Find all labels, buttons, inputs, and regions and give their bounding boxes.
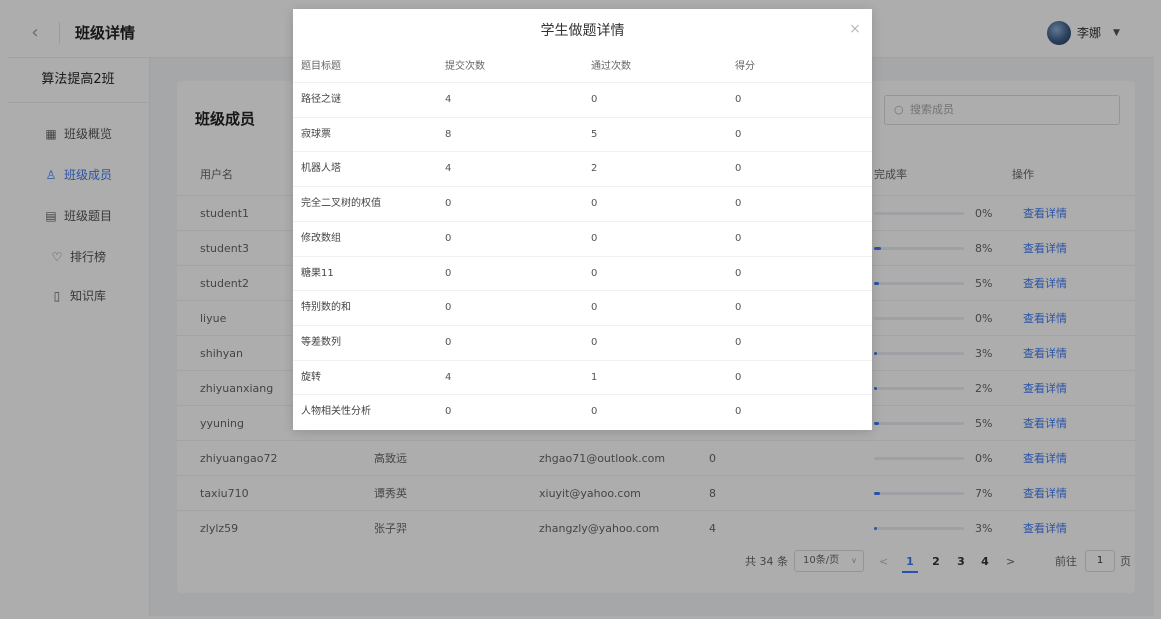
cell-submits: 4 xyxy=(445,94,452,105)
cell-problem-title: 寂球票 xyxy=(301,128,331,140)
cell-problem-title: 修改数组 xyxy=(301,232,341,244)
cell-problem-title: 机器人塔 xyxy=(301,163,341,175)
student-detail-modal: 学生做题详情 × 题目标题 提交次数 通过次数 得分 路径之谜 4 0 0 寂球票 8 5 0… xyxy=(293,9,872,430)
cell-score: 0 xyxy=(735,163,742,175)
cell-submits: 0 xyxy=(445,267,452,279)
cell-passes: 0 xyxy=(591,198,598,210)
cell-submits: 0 xyxy=(445,198,452,210)
cell-submits: 8 xyxy=(445,128,452,140)
cell-score: 0 xyxy=(735,128,742,140)
col-score: 得分 xyxy=(735,61,755,72)
cell-passes: 0 xyxy=(591,267,598,279)
modal-table-row: 寂球票 8 5 0 xyxy=(293,116,872,153)
modal-table-row: 旋转 4 1 0 xyxy=(293,359,872,396)
modal-table-row: 路径之谜 4 0 0 xyxy=(293,82,872,118)
cell-passes: 0 xyxy=(591,302,598,314)
col-passes: 通过次数 xyxy=(591,61,631,72)
cell-problem-title: 旋转 xyxy=(301,371,321,383)
cell-problem-title: 人物相关性分析 xyxy=(301,406,371,418)
cell-score: 0 xyxy=(735,267,742,279)
modal-table-row: 糖果11 0 0 0 xyxy=(293,255,872,292)
cell-passes: 5 xyxy=(591,128,598,140)
cell-score: 0 xyxy=(735,336,742,348)
cell-score: 0 xyxy=(735,198,742,210)
cell-problem-title: 等差数列 xyxy=(301,336,341,348)
cell-passes: 0 xyxy=(591,94,598,105)
cell-passes: 0 xyxy=(591,232,598,244)
modal-table-row: 机器人塔 4 2 0 xyxy=(293,151,872,187)
cell-passes: 0 xyxy=(591,336,598,348)
cell-score: 0 xyxy=(735,232,742,244)
cell-problem-title: 路径之谜 xyxy=(301,94,341,105)
modal-table-row: 完全二叉树的权值 0 0 0 xyxy=(293,186,872,222)
cell-problem-title: 特别数的和 xyxy=(301,302,351,314)
cell-problem-title: 完全二叉树的权值 xyxy=(301,198,381,210)
cell-submits: 0 xyxy=(445,336,452,348)
cell-score: 0 xyxy=(735,406,742,418)
modal-table-row: 等差数列 0 0 0 xyxy=(293,324,872,361)
cell-score: 0 xyxy=(735,94,742,105)
cell-problem-title: 糖果11 xyxy=(301,267,334,279)
modal-table-row: 修改数组 0 0 0 xyxy=(293,220,872,257)
cell-submits: 0 xyxy=(445,302,452,314)
cell-submits: 0 xyxy=(445,232,452,244)
cell-score: 0 xyxy=(735,371,742,383)
modal-table-row: 特别数的和 0 0 0 xyxy=(293,290,872,326)
col-problem-title: 题目标题 xyxy=(301,61,341,72)
cell-score: 0 xyxy=(735,302,742,314)
cell-passes: 1 xyxy=(591,371,598,383)
cell-submits: 4 xyxy=(445,371,452,383)
cell-submits: 0 xyxy=(445,406,452,418)
close-icon[interactable]: × xyxy=(846,19,864,39)
cell-passes: 2 xyxy=(591,163,598,175)
cell-submits: 4 xyxy=(445,163,452,175)
modal-title: 学生做题详情 xyxy=(540,23,625,39)
modal-table-row: 人物相关性分析 0 0 0 xyxy=(293,394,872,430)
cell-passes: 0 xyxy=(591,406,598,418)
col-submits: 提交次数 xyxy=(445,61,485,72)
